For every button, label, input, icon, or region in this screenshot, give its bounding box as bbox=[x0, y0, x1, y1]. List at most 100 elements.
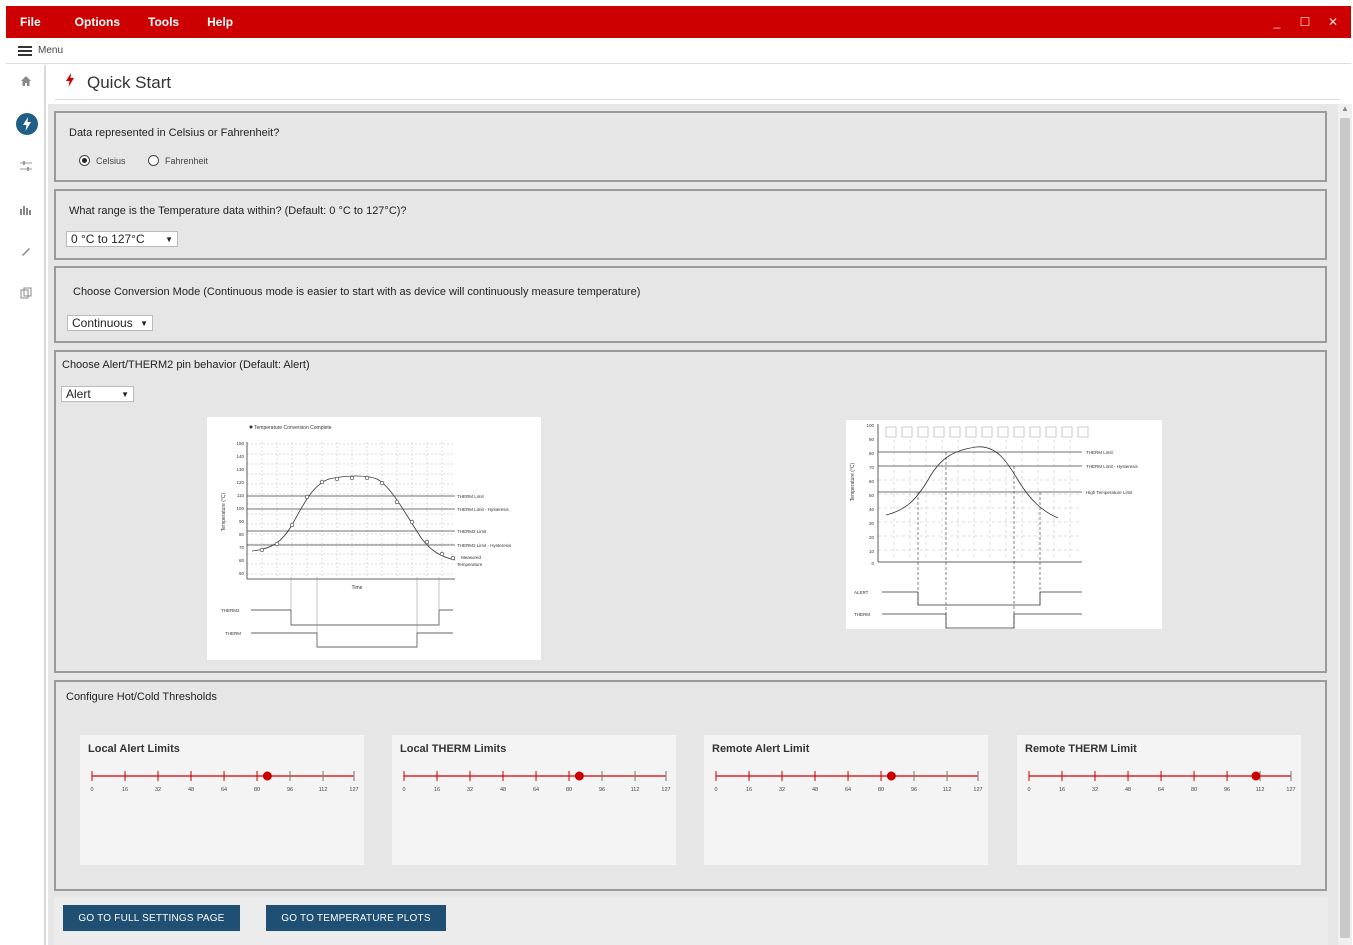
chevron-down-icon: ▼ bbox=[140, 318, 148, 328]
slider-handle bbox=[886, 771, 896, 781]
alert-question: Choose Alert/THERM2 pin behavior (Defaul… bbox=[62, 359, 310, 371]
slider-handle bbox=[574, 771, 584, 781]
copy-icon[interactable] bbox=[6, 287, 46, 302]
slider-tick-label: 16 bbox=[122, 787, 128, 793]
slider-tick-label: 32 bbox=[467, 787, 473, 793]
slider-handle bbox=[1251, 771, 1261, 781]
local-therm-slider[interactable]: 0 16 32 48 64 80 96 112 127 bbox=[398, 765, 674, 795]
diagram1-xlabel: Time bbox=[352, 585, 363, 591]
diagram2-ytick: 70 bbox=[869, 465, 875, 470]
diagram1-signal: THERM bbox=[225, 631, 241, 636]
diagram2-label: THERM Limit - Hysteresis bbox=[1086, 464, 1139, 469]
slider-tick-label: 0 bbox=[1027, 787, 1030, 793]
slider-tick-label: 112 bbox=[1256, 787, 1265, 793]
menu-bar: Menu bbox=[6, 38, 1351, 64]
diagram1-ytick: 60 bbox=[239, 558, 245, 563]
left-nav bbox=[6, 65, 46, 945]
conversion-select-value: Continuous bbox=[72, 316, 133, 330]
diagram2-ytick: 90 bbox=[869, 437, 875, 442]
scroll-up-icon[interactable]: ▲ bbox=[1338, 104, 1352, 116]
window-controls: _ ☐ ✕ bbox=[1263, 6, 1347, 38]
diagram1-signal: THERM2 bbox=[221, 608, 240, 613]
diagram1-ytick: 70 bbox=[239, 545, 245, 550]
diagram2-ytick: 10 bbox=[869, 549, 875, 554]
local-alert-slider[interactable]: 0 16 32 48 64 80 96 112 127 bbox=[86, 765, 362, 795]
slider-tick-label: 80 bbox=[566, 787, 572, 793]
quick-start-icon bbox=[65, 73, 75, 92]
sliders-icon[interactable] bbox=[6, 160, 46, 175]
menu-options[interactable]: Options bbox=[75, 15, 120, 29]
diagram2-ytick: 40 bbox=[869, 507, 875, 512]
diagram1-label: Temperature bbox=[457, 562, 483, 567]
range-select[interactable]: 0 °C to 127°C ▼ bbox=[66, 231, 178, 247]
slider-tick-label: 64 bbox=[221, 787, 227, 793]
conversion-question: Choose Conversion Mode (Continuous mode … bbox=[73, 286, 641, 298]
slider-tick-label: 48 bbox=[1125, 787, 1131, 793]
remote-alert-slider[interactable]: 0 16 32 48 64 80 96 112 127 bbox=[710, 765, 986, 795]
diagram2-label: THERM Limit bbox=[1086, 450, 1113, 455]
diagram1-ytick: 130 bbox=[236, 467, 244, 472]
bolt-icon[interactable] bbox=[16, 113, 38, 135]
diagram1-ytick: 110 bbox=[237, 493, 245, 498]
slider-tick-label: 0 bbox=[714, 787, 717, 793]
alert-select[interactable]: Alert ▼ bbox=[61, 386, 134, 402]
diagram2-ytick: 80 bbox=[869, 451, 875, 456]
slider-tick-label: 0 bbox=[90, 787, 93, 793]
alert-select-value: Alert bbox=[66, 387, 91, 401]
remote-therm-slider[interactable]: 0 16 32 48 64 80 96 112 127 bbox=[1023, 765, 1299, 795]
card-title: Remote Alert Limit bbox=[712, 743, 810, 755]
conversion-panel: Choose Conversion Mode (Continuous mode … bbox=[54, 266, 1327, 343]
radio-celsius-dot[interactable] bbox=[79, 155, 90, 166]
therm2-timing-diagram: Temperature Conversion Complete 150 140 … bbox=[207, 417, 541, 660]
slider-tick-label: 16 bbox=[746, 787, 752, 793]
scroll-thumb[interactable] bbox=[1340, 118, 1350, 938]
slider-tick-label: 48 bbox=[188, 787, 194, 793]
diagram2-ytick: 50 bbox=[869, 493, 875, 498]
radio-celsius-label: Celsius bbox=[96, 155, 126, 166]
slider-tick-label: 64 bbox=[1158, 787, 1164, 793]
diagram2-ylabel: Temperature (°C) bbox=[850, 462, 856, 501]
scrollbar[interactable]: ▲ bbox=[1338, 104, 1352, 945]
menu-file[interactable]: File bbox=[20, 15, 41, 29]
chevron-down-icon: ▼ bbox=[121, 389, 129, 399]
slider-tick-label: 64 bbox=[533, 787, 539, 793]
thresholds-panel: Configure Hot/Cold Thresholds Local Aler… bbox=[54, 680, 1327, 891]
units-panel: Data represented in Celsius or Fahrenhei… bbox=[54, 111, 1327, 182]
hamburger-icon[interactable] bbox=[18, 45, 32, 56]
diagram1-ylabel: Temperature (°C) bbox=[221, 492, 227, 531]
diagram1-label: THERM2 Limit bbox=[457, 529, 487, 534]
diagram1-ytick: 120 bbox=[236, 480, 244, 485]
diagram1-label: THERM Limit bbox=[457, 494, 484, 499]
close-icon[interactable]: ✕ bbox=[1319, 15, 1347, 29]
temperature-plots-button[interactable]: GO TO TEMPERATURE PLOTS bbox=[266, 905, 446, 931]
menu-label[interactable]: Menu bbox=[38, 45, 63, 56]
page-title: Quick Start bbox=[87, 72, 172, 92]
thresholds-title: Configure Hot/Cold Thresholds bbox=[66, 691, 217, 703]
diagram2-label: High Temperature Limit bbox=[1086, 490, 1133, 495]
radio-celsius[interactable]: Celsius bbox=[79, 155, 126, 166]
slider-handle bbox=[262, 771, 272, 781]
radio-fahrenheit[interactable]: Fahrenheit bbox=[148, 155, 208, 166]
remote-therm-card: Remote THERM Limit 0 16 32 48 64 80 96 112 127 bbox=[1017, 735, 1301, 865]
title-bar: File Options Tools Help _ ☐ ✕ bbox=[6, 6, 1351, 38]
menu-help[interactable]: Help bbox=[207, 15, 233, 29]
menu-tools[interactable]: Tools bbox=[148, 15, 179, 29]
minimize-icon[interactable]: _ bbox=[1263, 15, 1291, 29]
slider-tick-label: 96 bbox=[599, 787, 605, 793]
full-settings-button[interactable]: GO TO FULL SETTINGS PAGE bbox=[63, 905, 240, 931]
card-title: Remote THERM Limit bbox=[1025, 743, 1137, 755]
slider-tick-label: 48 bbox=[500, 787, 506, 793]
diagram2-ytick: 30 bbox=[869, 521, 875, 526]
conversion-select[interactable]: Continuous ▼ bbox=[67, 315, 153, 331]
diagram1-ytick: 50 bbox=[239, 571, 245, 576]
alert-timing-diagram: 100 90 80 70 60 50 40 30 20 10 0 Tempera… bbox=[846, 420, 1162, 629]
slider-tick-label: 96 bbox=[287, 787, 293, 793]
pencil-icon[interactable] bbox=[6, 245, 46, 260]
bar-chart-icon[interactable] bbox=[6, 203, 46, 218]
maximize-icon[interactable]: ☐ bbox=[1291, 15, 1319, 29]
radio-fahrenheit-dot[interactable] bbox=[148, 155, 159, 166]
diagram2-ytick: 100 bbox=[866, 423, 874, 428]
home-icon[interactable] bbox=[6, 75, 46, 90]
slider-tick-label: 112 bbox=[319, 787, 328, 793]
slider-tick-label: 16 bbox=[1059, 787, 1065, 793]
